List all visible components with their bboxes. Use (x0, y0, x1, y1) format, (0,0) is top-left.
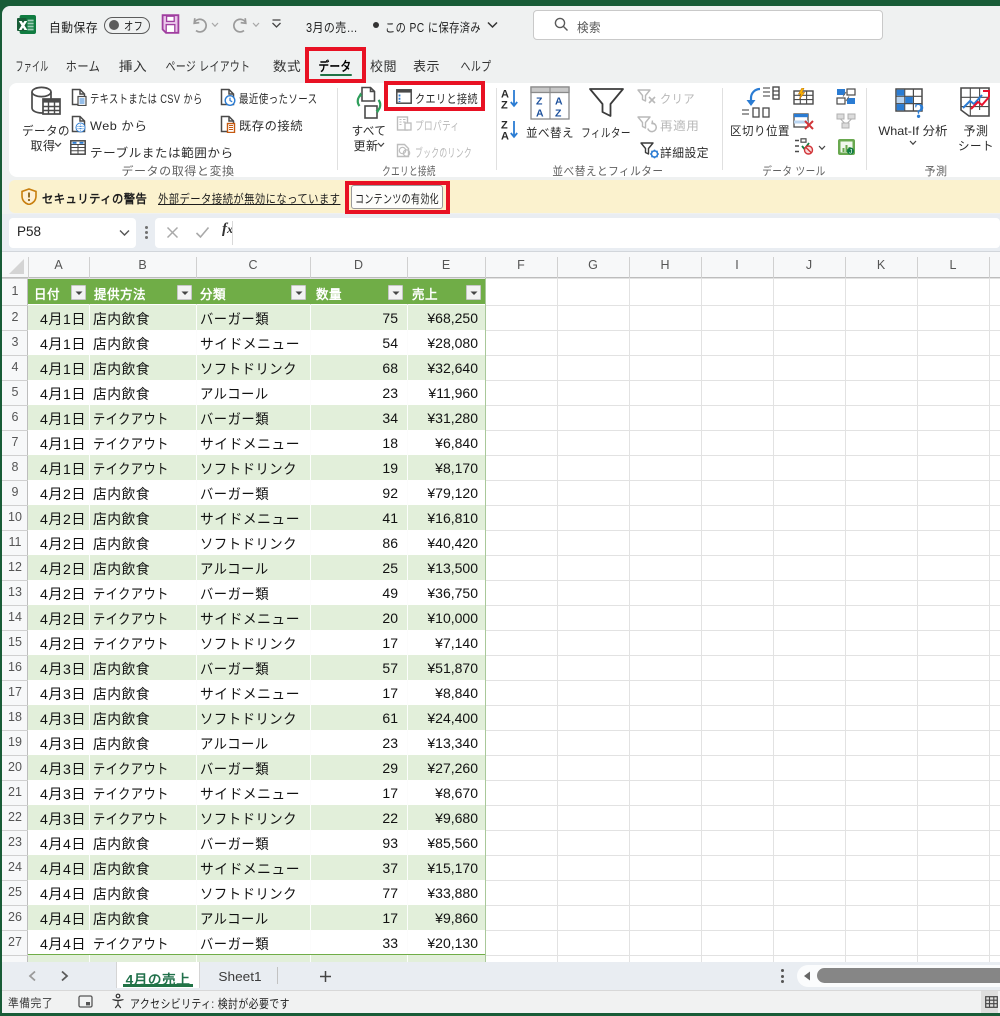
svg-text:Z: Z (501, 100, 508, 110)
svg-text:Z: Z (555, 108, 562, 120)
svg-text:A: A (536, 108, 544, 120)
svg-text:Z: Z (536, 96, 543, 108)
svg-text:A: A (555, 96, 563, 108)
svg-text:A: A (501, 131, 509, 141)
svg-text:J: J (849, 148, 852, 155)
svg-text:?: ? (914, 99, 925, 120)
